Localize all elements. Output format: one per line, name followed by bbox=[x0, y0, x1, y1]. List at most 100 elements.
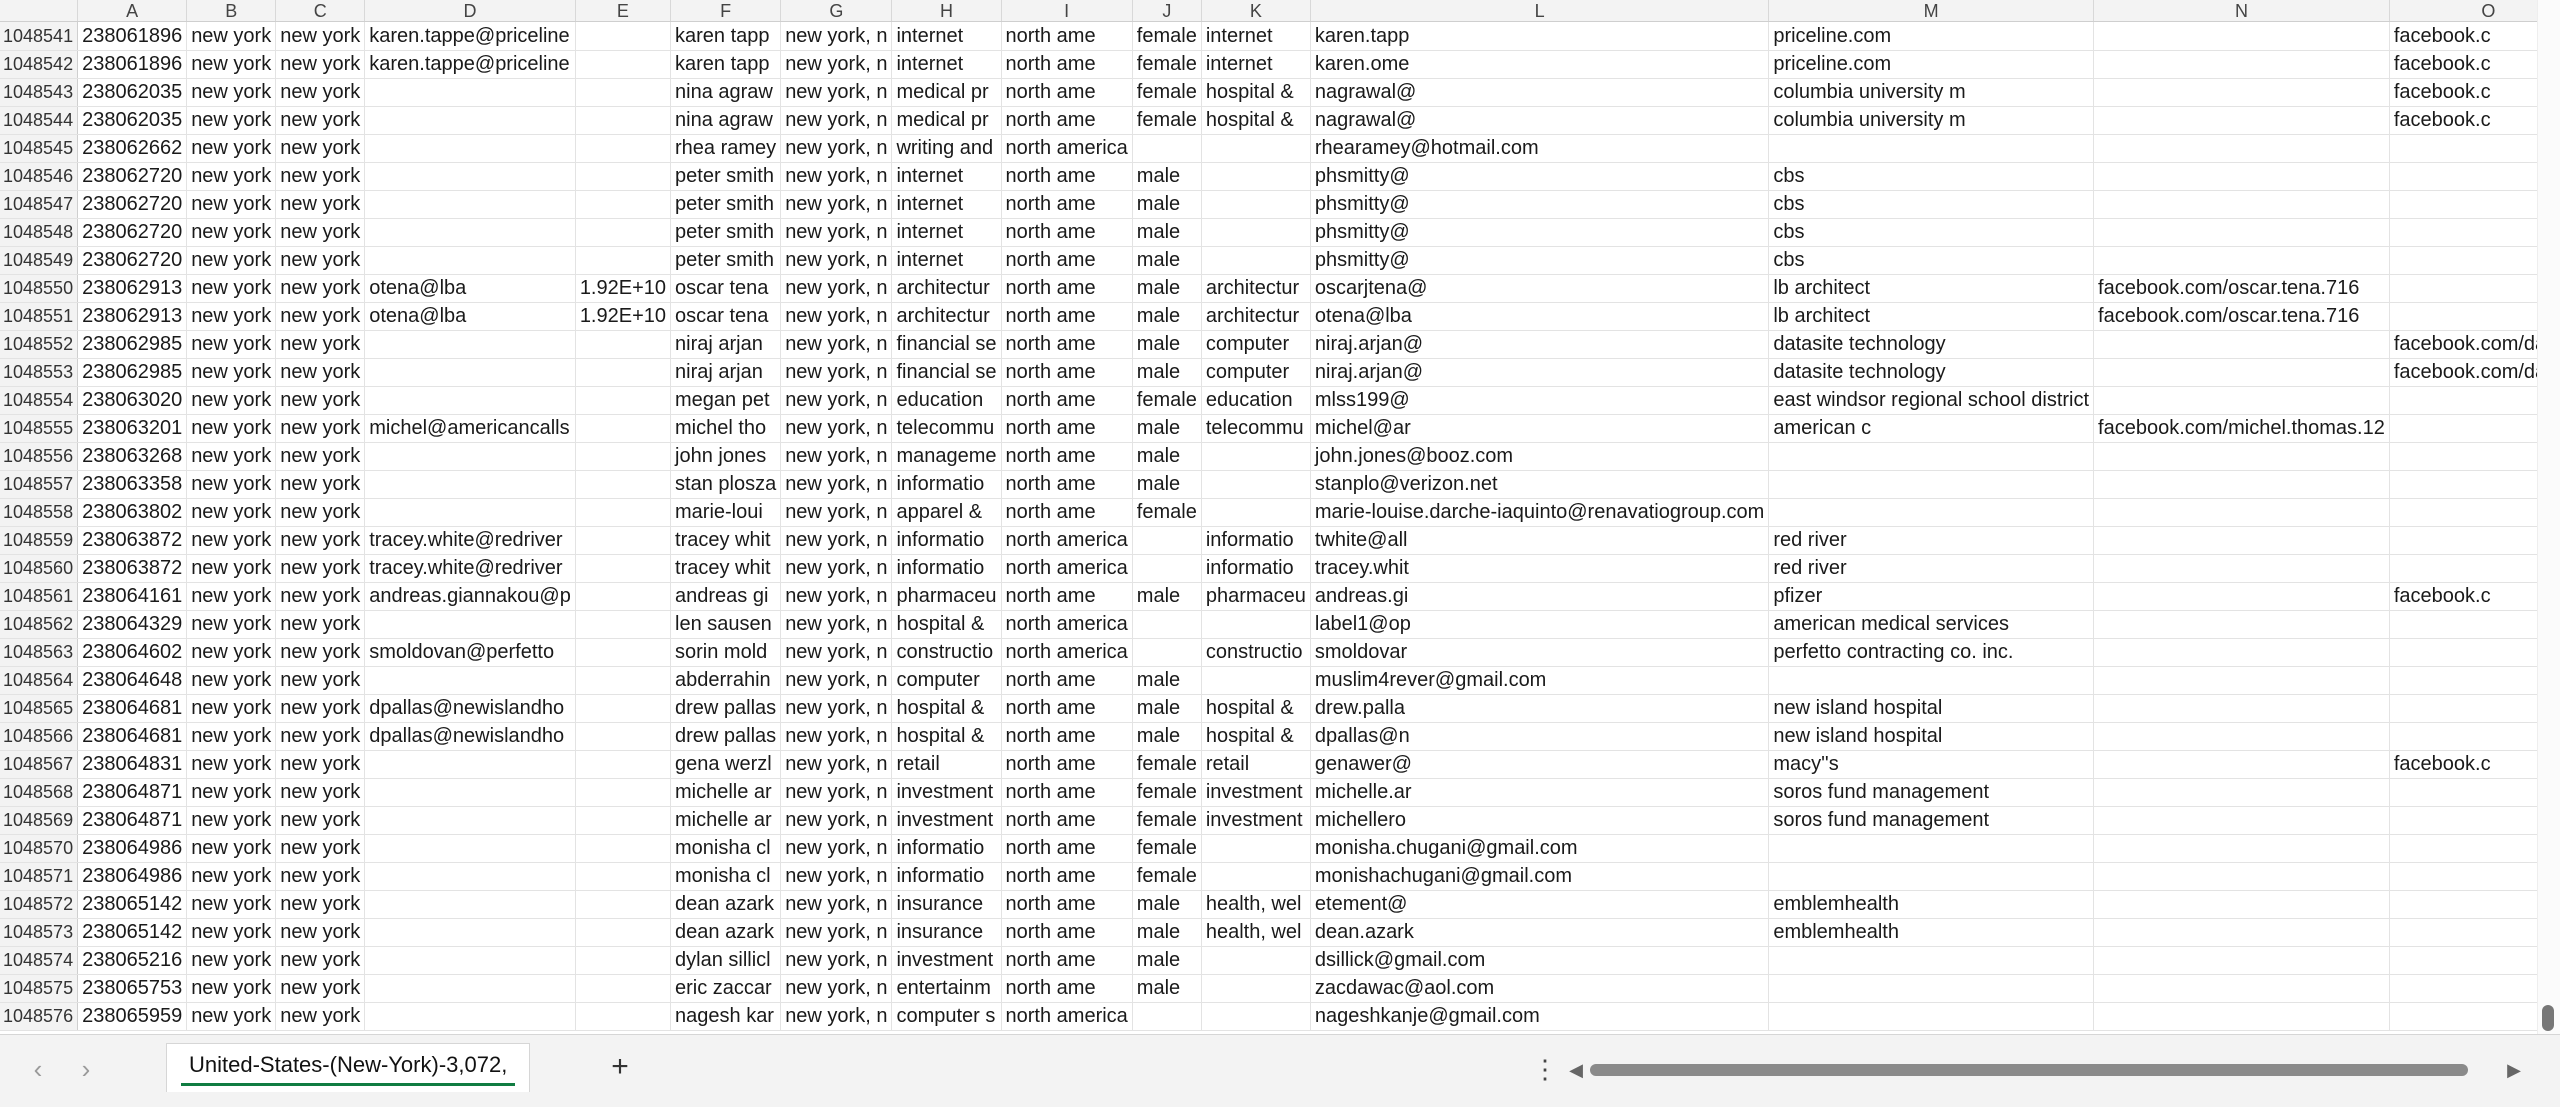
cell-f[interactable]: drew pallas bbox=[670, 694, 782, 723]
cell-k[interactable]: computer bbox=[1201, 330, 1311, 359]
cell-g[interactable]: new york, n bbox=[780, 806, 893, 835]
cell-l[interactable]: nagrawal@ bbox=[1310, 78, 1770, 107]
cell-o[interactable] bbox=[2389, 666, 2560, 695]
scroll-right-icon[interactable]: ▶ bbox=[2504, 1059, 2524, 1081]
cell-l[interactable]: monisha.chugani@gmail.com bbox=[1310, 834, 1770, 863]
cell-i[interactable]: north america bbox=[1001, 526, 1133, 555]
cell-n[interactable] bbox=[2093, 134, 2390, 163]
cell-k[interactable]: investment bbox=[1201, 778, 1311, 807]
row-header[interactable]: 1048558 bbox=[0, 498, 79, 527]
cell-f[interactable]: andreas gi bbox=[670, 582, 782, 611]
cell-a[interactable]: 238065216 bbox=[77, 946, 188, 975]
cell-i[interactable]: north ame bbox=[1001, 358, 1133, 387]
cell-b[interactable]: new york bbox=[186, 946, 277, 975]
cell-j[interactable]: female bbox=[1132, 50, 1202, 79]
column-header-i[interactable]: I bbox=[1001, 0, 1133, 22]
cell-h[interactable]: medical pr bbox=[891, 106, 1002, 135]
cell-l[interactable]: genawer@ bbox=[1310, 750, 1770, 779]
cell-h[interactable]: entertainm bbox=[891, 974, 1002, 1003]
cell-d[interactable] bbox=[364, 498, 576, 527]
cell-j[interactable] bbox=[1132, 554, 1202, 583]
cell-h[interactable]: investment bbox=[891, 946, 1002, 975]
cell-f[interactable]: michel tho bbox=[670, 414, 782, 443]
cell-l[interactable]: andreas.gi bbox=[1310, 582, 1770, 611]
horizontal-scrollbar-thumb[interactable] bbox=[1590, 1064, 2468, 1076]
cell-l[interactable]: drew.palla bbox=[1310, 694, 1770, 723]
cell-k[interactable]: hospital & bbox=[1201, 722, 1311, 751]
cell-l[interactable]: niraj.arjan@ bbox=[1310, 330, 1770, 359]
cell-j[interactable]: male bbox=[1132, 442, 1202, 471]
cell-l[interactable]: oscarjtena@ bbox=[1310, 274, 1770, 303]
cell-a[interactable]: 238062720 bbox=[77, 190, 188, 219]
cell-c[interactable]: new york bbox=[275, 526, 366, 555]
cell-b[interactable]: new york bbox=[186, 610, 277, 639]
cell-f[interactable]: michelle ar bbox=[670, 806, 782, 835]
cell-h[interactable]: informatio bbox=[891, 862, 1002, 891]
cell-n[interactable] bbox=[2093, 946, 2390, 975]
cell-c[interactable]: new york bbox=[275, 302, 366, 331]
cell-e[interactable] bbox=[575, 470, 672, 499]
cell-o[interactable]: facebook.c bbox=[2389, 50, 2560, 79]
cell-h[interactable]: internet bbox=[891, 21, 1002, 51]
cell-i[interactable]: north ame bbox=[1001, 302, 1133, 331]
cell-g[interactable]: new york, n bbox=[780, 722, 893, 751]
cell-j[interactable]: male bbox=[1132, 302, 1202, 331]
cell-h[interactable]: architectur bbox=[891, 302, 1002, 331]
cell-l[interactable]: michel@ar bbox=[1310, 414, 1770, 443]
cell-e[interactable] bbox=[575, 218, 672, 247]
cell-h[interactable]: internet bbox=[891, 162, 1002, 191]
cell-i[interactable]: north ame bbox=[1001, 862, 1133, 891]
cell-f[interactable]: dylan sillicl bbox=[670, 946, 782, 975]
cell-n[interactable] bbox=[2093, 778, 2390, 807]
cell-g[interactable]: new york, n bbox=[780, 946, 893, 975]
row-header[interactable]: 1048574 bbox=[0, 946, 79, 975]
cell-k[interactable] bbox=[1201, 218, 1311, 247]
cell-c[interactable]: new york bbox=[275, 582, 366, 611]
cell-e[interactable]: 1.92E+10 bbox=[575, 274, 672, 303]
cell-l[interactable]: rhearamey@hotmail.com bbox=[1310, 134, 1770, 163]
cell-l[interactable]: mlss199@ bbox=[1310, 386, 1770, 415]
cell-d[interactable] bbox=[364, 834, 576, 863]
cell-m[interactable]: american medical services bbox=[1768, 610, 2095, 639]
cell-i[interactable]: north ame bbox=[1001, 498, 1133, 527]
cell-h[interactable]: computer bbox=[891, 666, 1002, 695]
cell-d[interactable] bbox=[364, 358, 576, 387]
cell-a[interactable]: 238062035 bbox=[77, 106, 188, 135]
cell-i[interactable]: north ame bbox=[1001, 750, 1133, 779]
chevron-right-icon[interactable]: › bbox=[72, 1055, 100, 1083]
cell-j[interactable] bbox=[1132, 1002, 1202, 1031]
cell-h[interactable]: manageme bbox=[891, 442, 1002, 471]
cell-k[interactable] bbox=[1201, 862, 1311, 891]
cell-h[interactable]: telecommu bbox=[891, 414, 1002, 443]
cell-k[interactable]: informatio bbox=[1201, 526, 1311, 555]
cell-e[interactable] bbox=[575, 722, 672, 751]
cell-e[interactable] bbox=[575, 78, 672, 107]
cell-b[interactable]: new york bbox=[186, 974, 277, 1003]
cell-h[interactable]: informatio bbox=[891, 526, 1002, 555]
cell-d[interactable] bbox=[364, 750, 576, 779]
cell-k[interactable] bbox=[1201, 498, 1311, 527]
cell-l[interactable]: dsillick@gmail.com bbox=[1310, 946, 1770, 975]
cell-h[interactable]: architectur bbox=[891, 274, 1002, 303]
column-header-e[interactable]: E bbox=[575, 0, 672, 22]
cell-i[interactable]: north ame bbox=[1001, 218, 1133, 247]
cell-n[interactable] bbox=[2093, 162, 2390, 191]
cell-f[interactable]: oscar tena bbox=[670, 274, 782, 303]
cell-o[interactable] bbox=[2389, 470, 2560, 499]
cell-d[interactable] bbox=[364, 806, 576, 835]
cell-l[interactable]: monishachugani@gmail.com bbox=[1310, 862, 1770, 891]
cell-e[interactable] bbox=[575, 890, 672, 919]
cell-a[interactable]: 238064161 bbox=[77, 582, 188, 611]
cell-d[interactable] bbox=[364, 918, 576, 947]
cell-l[interactable]: otena@lba bbox=[1310, 302, 1770, 331]
cell-c[interactable]: new york bbox=[275, 834, 366, 863]
column-header-n[interactable]: N bbox=[2093, 0, 2390, 22]
cell-g[interactable]: new york, n bbox=[780, 302, 893, 331]
row-header[interactable]: 1048570 bbox=[0, 834, 79, 863]
cell-b[interactable]: new york bbox=[186, 162, 277, 191]
cell-e[interactable] bbox=[575, 1002, 672, 1031]
cell-a[interactable]: 238064329 bbox=[77, 610, 188, 639]
column-header-k[interactable]: K bbox=[1201, 0, 1311, 22]
cell-n[interactable] bbox=[2093, 694, 2390, 723]
cell-b[interactable]: new york bbox=[186, 778, 277, 807]
